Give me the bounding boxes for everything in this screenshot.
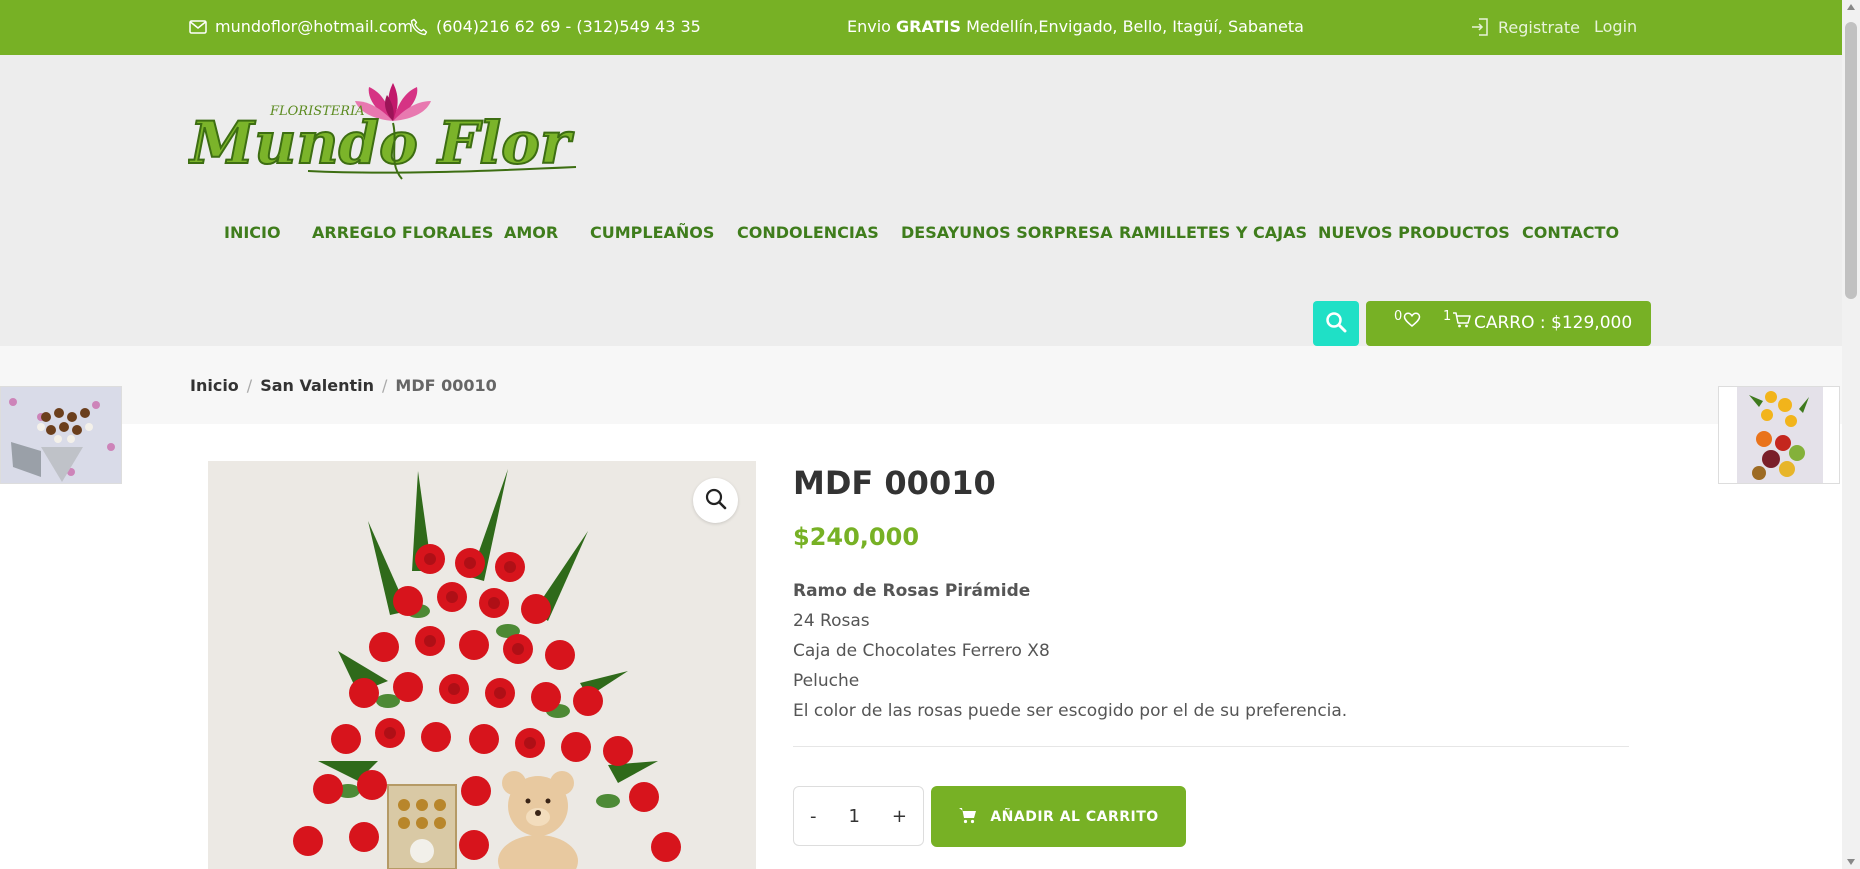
wishlist-indicator[interactable]: 0 (1394, 309, 1421, 334)
product-title: MDF 00010 (793, 464, 996, 502)
sign-in-icon (1470, 17, 1490, 37)
contact-phone-text: (604)216 62 69 - (312)549 43 35 (436, 17, 701, 36)
mail-icon (189, 19, 207, 34)
nav-item-amor[interactable]: AMOR (504, 223, 558, 242)
heart-icon (1403, 311, 1421, 334)
nav-item-cumpleanos[interactable]: CUMPLEAÑOS (590, 223, 714, 242)
description-line: Caja de Chocolates Ferrero X8 (793, 641, 1050, 661)
nav-item-nuevos-productos[interactable]: NUEVOS PRODUCTOS (1318, 223, 1510, 242)
quantity-stepper: - 1 + (793, 786, 924, 846)
contact-phone[interactable]: (604)216 62 69 - (312)549 43 35 (410, 17, 701, 36)
shipping-free-label: GRATIS (896, 17, 962, 36)
description-line: Peluche (793, 671, 860, 691)
scroll-up-arrow-icon[interactable] (1847, 4, 1855, 10)
nav-item-contacto[interactable]: CONTACTO (1522, 223, 1619, 242)
login-link[interactable]: Login (1594, 17, 1637, 36)
nav-item-condolencias[interactable]: CONDOLENCIAS (737, 223, 879, 242)
nav-item-inicio[interactable]: INICIO (224, 223, 281, 242)
zoom-icon (704, 487, 728, 515)
free-shipping-notice: Envio GRATIS Medellín,Envigado, Bello, I… (847, 17, 1304, 36)
image-zoom-button[interactable] (693, 478, 738, 523)
quantity-input[interactable]: 1 (848, 806, 859, 827)
quantity-increase-button[interactable]: + (892, 806, 907, 827)
cart-total-label: CARRO : $129,000 (1474, 313, 1633, 333)
add-to-cart-label: AÑADIR AL CARRITO (990, 808, 1159, 825)
cart-indicator: 1 (1443, 309, 1472, 334)
contact-email-text: mundoflor@hotmail.com (215, 17, 413, 36)
breadcrumb-separator: / (382, 376, 388, 395)
description-title: Ramo de Rosas Pirámide (793, 581, 1031, 601)
breadcrumb: Inicio / San Valentin / MDF 00010 (190, 376, 497, 395)
next-product-thumbnail[interactable] (1718, 386, 1840, 484)
cart-count: 1 (1443, 309, 1452, 324)
shipping-prefix: Envio (847, 17, 891, 36)
wishlist-count: 0 (1394, 309, 1403, 324)
contact-email[interactable]: mundoflor@hotmail.com (189, 17, 413, 36)
product-image[interactable] (208, 461, 756, 869)
product-price: $240,000 (793, 523, 920, 551)
scroll-down-arrow-icon[interactable] (1847, 859, 1855, 865)
description-line: 24 Rosas (793, 611, 870, 631)
add-to-cart-button[interactable]: AÑADIR AL CARRITO (931, 786, 1186, 847)
cart-icon (1452, 311, 1472, 334)
site-header: FLORISTERIA Mundo Flor INICIO ARREGLO FL… (0, 55, 1842, 346)
breadcrumb-current: MDF 00010 (395, 376, 497, 395)
breadcrumb-separator: / (246, 376, 253, 395)
product-description: Ramo de Rosas Pirámide 24 Rosas Caja de … (793, 576, 1347, 726)
search-icon (1325, 311, 1347, 337)
logo-brand-main: Mundo Flor (188, 109, 575, 177)
description-line: El color de las rosas puede ser escogido… (793, 701, 1348, 721)
cart-button[interactable]: 0 1 CARRO : $129,000 (1366, 301, 1651, 346)
site-logo[interactable]: FLORISTERIA Mundo Flor (187, 83, 578, 195)
login-label: Login (1594, 17, 1638, 36)
nav-item-ramilletes-y-cajas[interactable]: RAMILLETES Y CAJAS (1119, 223, 1307, 242)
breadcrumb-home[interactable]: Inicio (190, 376, 239, 395)
divider (793, 746, 1629, 747)
top-bar: mundoflor@hotmail.com (604)216 62 69 - (… (0, 0, 1842, 55)
breadcrumb-category[interactable]: San Valentin (260, 376, 374, 395)
quantity-decrease-button[interactable]: - (810, 806, 817, 827)
nav-item-desayunos-sorpresa[interactable]: DESAYUNOS SORPRESA (901, 223, 1113, 242)
search-button[interactable] (1313, 301, 1359, 346)
page-scrollbar[interactable] (1842, 0, 1860, 869)
register-link[interactable]: Registrate (1470, 17, 1580, 37)
nav-item-arreglo-florales[interactable]: ARREGLO FLORALES (312, 223, 493, 242)
scrollbar-thumb[interactable] (1845, 22, 1857, 299)
register-label: Registrate (1498, 17, 1580, 37)
previous-product-thumbnail[interactable] (0, 386, 122, 484)
cart-icon (958, 806, 978, 828)
phone-icon (410, 18, 428, 36)
shipping-areas: Medellín,Envigado, Bello, Itagüí, Sabane… (966, 17, 1304, 36)
